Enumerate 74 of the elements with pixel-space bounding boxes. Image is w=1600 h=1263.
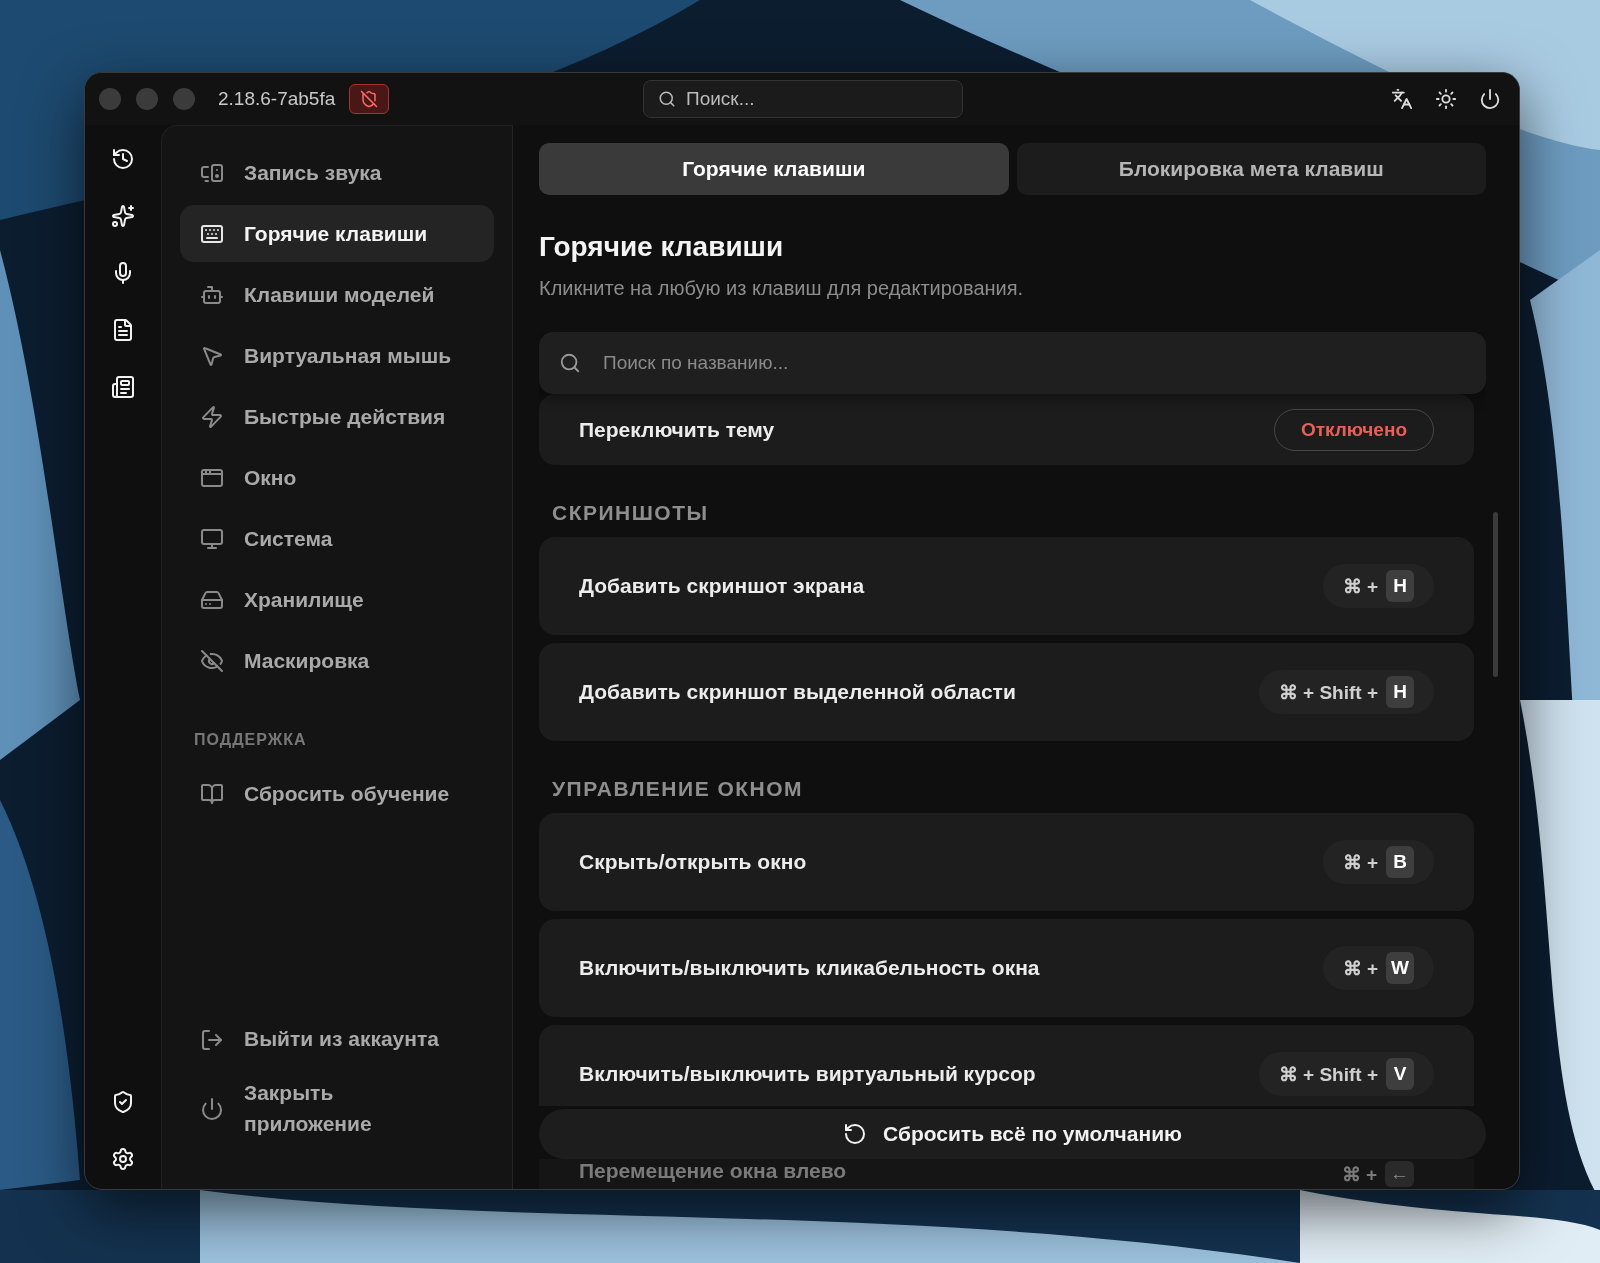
search-placeholder: Поиск... bbox=[686, 88, 755, 110]
shortcut-row[interactable]: Добавить скриншот выделенной области ⌘ + Shift + H bbox=[539, 643, 1474, 741]
shortcut-keys[interactable]: ⌘ + ← bbox=[1321, 1159, 1434, 1189]
shortcut-label: Добавить скриншот выделенной области bbox=[579, 680, 1016, 704]
key-cap: B bbox=[1386, 846, 1414, 878]
shield-off-icon[interactable] bbox=[349, 84, 390, 114]
sun-icon[interactable] bbox=[1435, 88, 1457, 110]
reset-button[interactable]: Сбросить всё по умолчанию bbox=[539, 1109, 1486, 1159]
search-field[interactable]: Поиск... bbox=[643, 80, 963, 118]
tab[interactable]: Горячие клавиши bbox=[539, 143, 1009, 195]
sidebar-item[interactable]: Система bbox=[180, 510, 494, 567]
settings-icon[interactable] bbox=[111, 1147, 135, 1171]
eye-off-icon bbox=[200, 648, 224, 673]
power-icon bbox=[200, 1096, 224, 1121]
shortcut-row[interactable]: Скрыть/открыть окно ⌘ + B bbox=[539, 813, 1474, 911]
newspaper-icon[interactable] bbox=[111, 375, 135, 399]
sidebar-item[interactable]: Клавиши моделей bbox=[180, 266, 494, 323]
sidebar-item[interactable]: Маскировка bbox=[180, 632, 494, 689]
sparkles-icon[interactable] bbox=[111, 204, 135, 228]
shortcut-label: Перемещение окна влево bbox=[579, 1159, 847, 1183]
shortcut-keys[interactable]: ⌘ + Shift + V bbox=[1258, 1052, 1434, 1096]
key-cap: H bbox=[1386, 570, 1414, 602]
search-field[interactable]: Поиск по названию... bbox=[539, 332, 1486, 394]
modifier-keys: ⌘ + Shift + bbox=[1278, 1062, 1378, 1086]
shortcut-label: Добавить скриншот экрана bbox=[579, 574, 865, 598]
document-icon[interactable] bbox=[111, 318, 135, 342]
shortcut-row[interactable]: Переключить тему Отключено bbox=[539, 394, 1474, 465]
modifier-keys: ⌘ + bbox=[1342, 574, 1378, 598]
shortcut-row[interactable]: Включить/выключить кликабельность окна ⌘ + W bbox=[539, 919, 1474, 1017]
shortcut-row[interactable]: Включить/выключить виртуальный курсор ⌘ + Shift + V bbox=[539, 1025, 1474, 1106]
key-cap: W bbox=[1386, 952, 1414, 984]
reset-icon bbox=[843, 1122, 867, 1146]
sidebar-item[interactable]: Горячие клавиши bbox=[180, 205, 494, 262]
sidebar-item[interactable]: Хранилище bbox=[180, 571, 494, 628]
version-label: 2.18.6-7ab5fa bbox=[218, 88, 336, 110]
key-cap: H bbox=[1386, 676, 1414, 708]
shortcut-label: Включить/выключить кликабельность окна bbox=[579, 956, 1040, 980]
sidebar-item[interactable]: Виртуальная мышь bbox=[180, 327, 494, 384]
key-cap: ← bbox=[1385, 1161, 1414, 1187]
power-icon[interactable] bbox=[1479, 88, 1501, 110]
history-icon[interactable] bbox=[111, 147, 135, 171]
sidebar-item[interactable]: Запись звука bbox=[180, 144, 494, 201]
shortcut-label: Включить/выключить виртуальный курсор bbox=[579, 1062, 1036, 1086]
logout-icon bbox=[200, 1027, 224, 1052]
page-subtitle: Кликните на любую из клавиш для редактирования. bbox=[539, 277, 1025, 300]
shortcut-keys[interactable]: ⌘ + W bbox=[1322, 946, 1434, 990]
modifier-keys: ⌘ + Shift + bbox=[1278, 680, 1378, 704]
shortcut-label: Переключить тему bbox=[579, 417, 775, 442]
lightning-icon bbox=[200, 404, 224, 429]
shortcut-keys[interactable]: ⌘ + Shift + H bbox=[1258, 670, 1434, 714]
shortcut-keys[interactable]: ⌘ + H bbox=[1322, 564, 1434, 608]
shortcut-label: Скрыть/открыть окно bbox=[579, 850, 807, 874]
sidebar-item[interactable]: Окно bbox=[180, 449, 494, 506]
book-icon bbox=[200, 781, 224, 806]
section-heading: ПОДДЕРЖКА bbox=[194, 731, 308, 749]
shortcut-row[interactable]: Добавить скриншот экрана ⌘ + H bbox=[539, 537, 1474, 635]
scrollbar-thumb[interactable] bbox=[1493, 512, 1498, 677]
modifier-keys: ⌘ + bbox=[1341, 1162, 1377, 1186]
group-title: СКРИНШОТЫ bbox=[551, 500, 710, 526]
sidebar-item[interactable]: Быстрые действия bbox=[180, 388, 494, 445]
key-cap: V bbox=[1386, 1058, 1414, 1090]
search-icon bbox=[658, 90, 676, 108]
modifier-keys: ⌘ + bbox=[1342, 850, 1378, 874]
shortcut-keys[interactable]: ⌘ + B bbox=[1322, 840, 1434, 884]
sidebar-item[interactable]: Выйти из аккаунта bbox=[180, 1011, 494, 1069]
monitor-icon bbox=[200, 526, 224, 551]
page-heading: Горячие клавиши bbox=[539, 231, 785, 263]
tab[interactable]: Блокировка мета клавиш bbox=[1016, 143, 1486, 195]
translate-icon[interactable] bbox=[1391, 88, 1413, 110]
sidebar-item[interactable]: Сбросить обучение bbox=[180, 765, 494, 822]
shield-check-icon[interactable] bbox=[111, 1090, 135, 1114]
modifier-keys: ⌘ + bbox=[1342, 956, 1378, 980]
sidebar-item[interactable]: Закрыть приложение bbox=[180, 1072, 494, 1145]
group-title: УПРАВЛЕНИЕ ОКНОМ bbox=[551, 776, 805, 802]
